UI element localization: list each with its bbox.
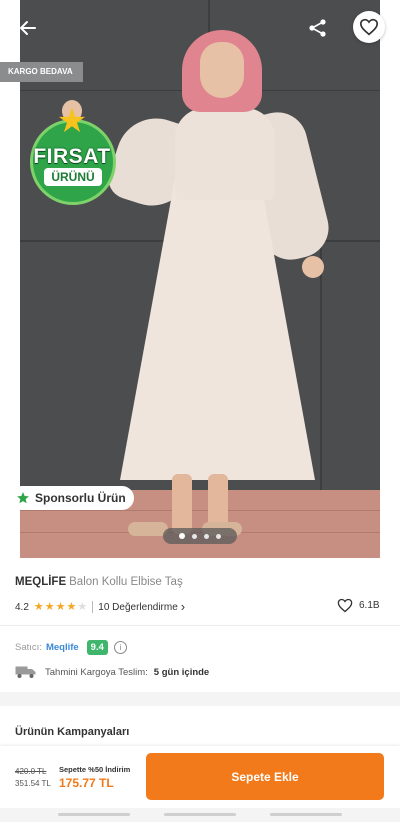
current-price: 351.54 TL [15, 779, 51, 788]
promo-price: 175.77 TL [59, 776, 114, 790]
back-button[interactable] [12, 12, 44, 44]
share-button[interactable] [302, 12, 334, 44]
checkout-bar: 420.0 TL 351.54 TL Sepette %50 İndirim 1… [0, 746, 400, 808]
rating-value: 4.2 [15, 601, 29, 613]
pagination-dot[interactable] [192, 533, 197, 539]
nav-indicator[interactable] [58, 813, 130, 816]
star-icon [17, 492, 29, 504]
star-icon: ★ [56, 102, 88, 140]
nav-indicator[interactable] [164, 813, 236, 816]
image-pagination[interactable] [163, 528, 237, 544]
heart-icon [359, 18, 379, 36]
deal-badge-ribbon: ÜRÜNÜ [44, 168, 102, 186]
product-info: MEQLİFE Balon Kollu Elbise Taş 4.2 ★ ★ ★ … [0, 558, 400, 692]
nav-indicator[interactable] [270, 813, 342, 816]
shipping-value: 5 gün içinde [153, 666, 210, 678]
system-nav-bar [0, 808, 400, 822]
seller-link[interactable]: Meqlife [46, 642, 79, 653]
pagination-dot[interactable] [179, 533, 185, 539]
deal-badge: ★ FIRSAT ÜRÜNÜ [26, 102, 118, 205]
reviews-link[interactable]: 10 Değerlendirme [98, 602, 178, 613]
wall-seam [320, 240, 322, 490]
favorite-button[interactable] [353, 11, 385, 43]
info-icon[interactable]: i [113, 640, 127, 654]
pagination-dot[interactable] [216, 533, 221, 539]
model-leg [172, 474, 192, 534]
sponsored-badge: Sponsorlu Ürün [10, 486, 134, 510]
divider [0, 625, 400, 626]
model-face [200, 42, 244, 98]
divider [92, 601, 94, 613]
model-hand [302, 256, 324, 278]
seller-label: Satıcı: [15, 641, 42, 653]
product-photo[interactable] [20, 0, 380, 558]
rating-stars: ★ ★ ★ ★ ★ [33, 600, 88, 613]
product-brand[interactable]: MEQLİFE [15, 576, 66, 588]
truck-icon [15, 666, 36, 678]
seller-row: Satıcı: Meqlife 9.4 i [15, 638, 127, 656]
add-to-cart-button[interactable]: Sepete Ekle [146, 753, 384, 800]
likes-value: 6.1B [359, 600, 380, 611]
star-icon: ★ [66, 600, 77, 613]
campaigns-section[interactable]: Ürünün Kampanyaları [0, 706, 400, 746]
sponsored-label: Sponsorlu Ürün [35, 491, 126, 505]
product-title: MEQLİFE Balon Kollu Elbise Taş [15, 576, 183, 588]
pagination-dot[interactable] [204, 533, 209, 539]
star-icon: ★ [77, 600, 88, 613]
old-price: 420.0 TL [15, 767, 47, 776]
chevron-right-icon: › [180, 599, 186, 614]
favorites-count[interactable]: 6.1B [337, 598, 380, 613]
star-icon: ★ [33, 600, 44, 613]
star-icon: ★ [55, 600, 66, 613]
product-image-gallery[interactable]: KARGO BEDAVA ★ FIRSAT ÜRÜNÜ Sponsorlu Ür… [0, 0, 400, 558]
rating-row[interactable]: 4.2 ★ ★ ★ ★ ★ 10 Değerlendirme › [15, 600, 185, 614]
campaigns-title: Ürünün Kampanyaları [15, 726, 130, 738]
star-icon: ★ [44, 600, 55, 613]
shipping-row: Tahmini Kargoya Teslim: 5 gün içinde [15, 664, 209, 680]
share-icon [309, 19, 326, 37]
shipping-label: Tahmini Kargoya Teslim: [45, 666, 148, 678]
model-shoe [128, 522, 168, 536]
heart-icon [337, 598, 353, 613]
free-shipping-tag: KARGO BEDAVA [0, 62, 83, 82]
promo-label: Sepette %50 İndirim [59, 765, 131, 774]
back-arrow-icon [20, 21, 36, 35]
product-name: Balon Kollu Elbise Taş [69, 576, 183, 588]
deal-badge-title: FIRSAT [33, 145, 111, 168]
dress-bodice [175, 108, 275, 200]
seller-score-badge: 9.4 [86, 639, 108, 655]
